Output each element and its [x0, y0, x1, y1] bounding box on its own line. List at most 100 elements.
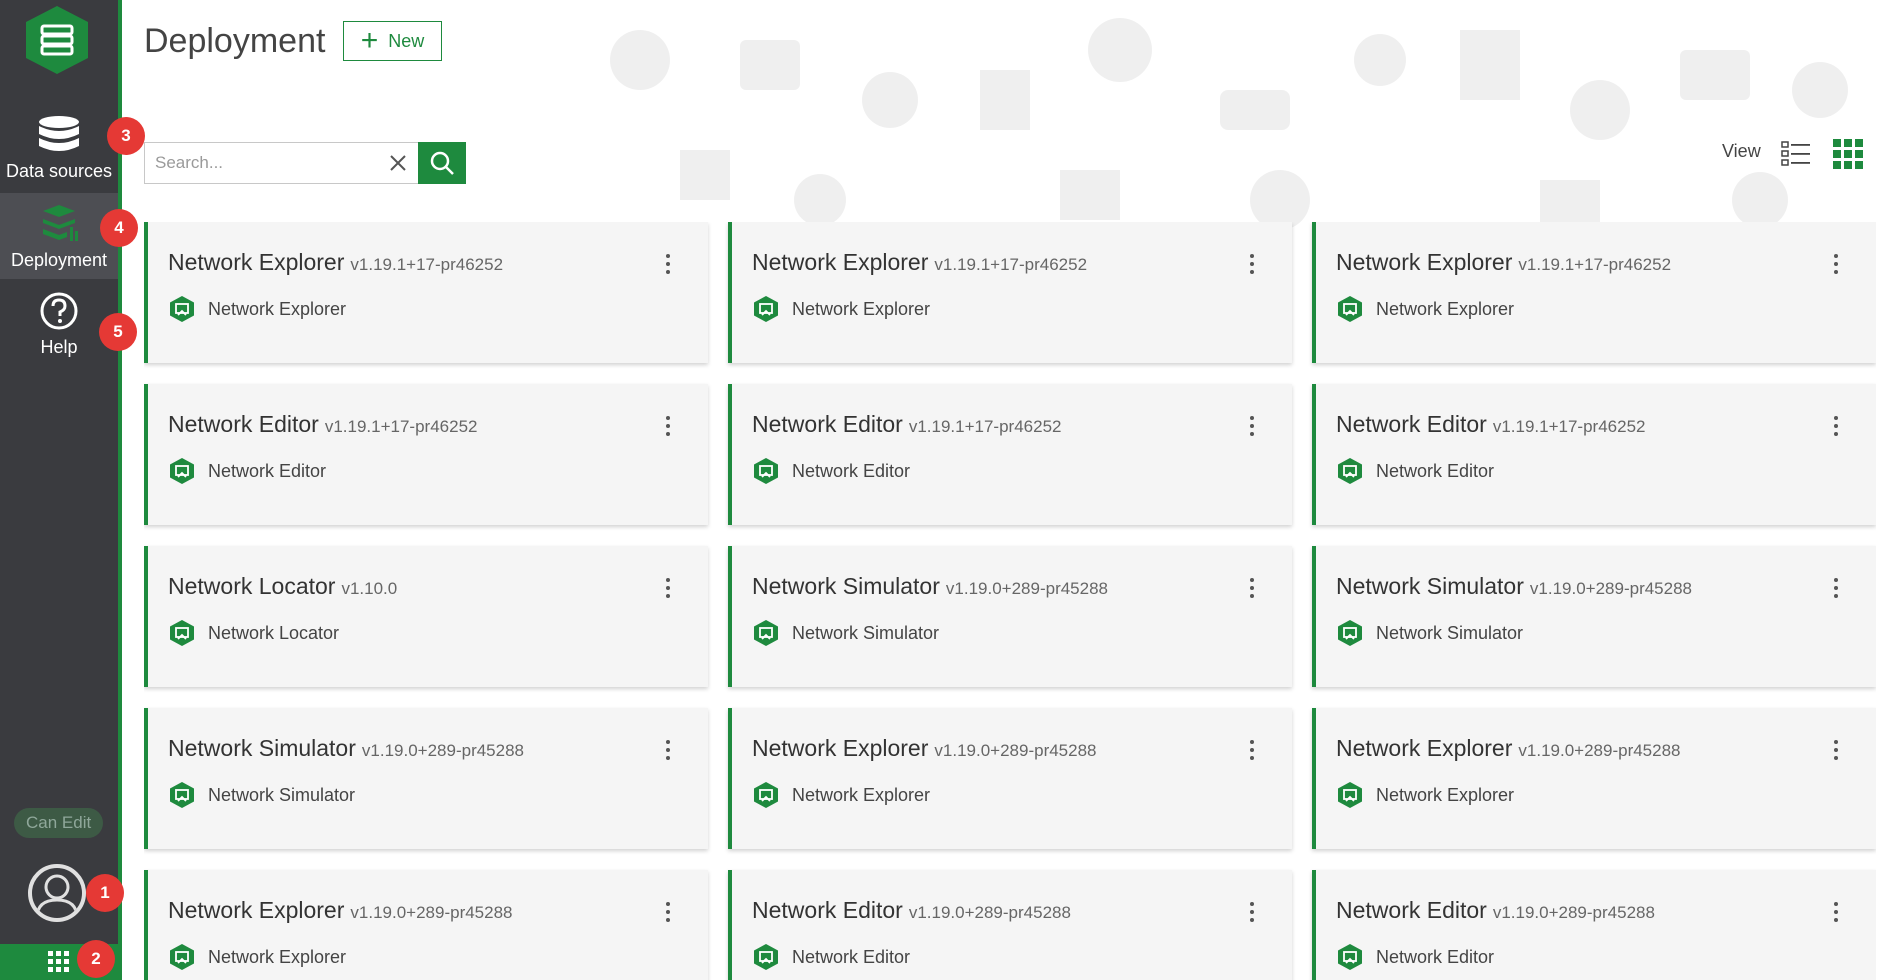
deployment-card[interactable]: Network Explorer v1.19.0+289-pr45288 Netw…: [1312, 708, 1876, 849]
more-options-button[interactable]: [658, 735, 678, 765]
deployment-icon: [37, 202, 81, 246]
sidebar-item-data-sources[interactable]: Data sources: [0, 104, 118, 190]
deployment-card[interactable]: Network Locator v1.10.0 Network Locator: [144, 546, 708, 687]
deployment-card[interactable]: Network Editor v1.19.0+289-pr45288 Networ…: [1312, 870, 1876, 980]
deployment-card[interactable]: Network Simulator v1.19.0+289-pr45288 Net…: [144, 708, 708, 849]
card-name: Network Explorer: [1336, 249, 1513, 275]
more-options-button[interactable]: [1826, 249, 1846, 279]
close-icon: [390, 155, 406, 171]
more-options-button[interactable]: [1826, 897, 1846, 927]
search-input[interactable]: [145, 143, 378, 183]
kebab-dot: [1250, 740, 1254, 744]
card-version: v1.19.0+289-pr45288: [350, 903, 513, 922]
kebab-dot: [666, 594, 670, 598]
card-name: Network Editor: [752, 897, 903, 923]
card-app-name: Network Explorer: [208, 946, 347, 967]
deployment-card[interactable]: Network Explorer v1.19.1+17-pr46252 Netwo…: [728, 222, 1292, 363]
user-avatar[interactable]: [28, 864, 86, 922]
more-options-button[interactable]: [658, 411, 678, 441]
search-icon: [430, 151, 454, 175]
card-app: Network Explorer: [168, 295, 346, 323]
deployment-grid: Network Explorer v1.19.1+17-pr46252 Netwo…: [144, 222, 1876, 980]
deployment-card[interactable]: Network Simulator v1.19.0+289-pr45288 Net…: [1312, 546, 1876, 687]
sidebar: Data sources Deployment Help Can Edit: [0, 0, 122, 980]
kebab-dot: [666, 270, 670, 274]
more-options-button[interactable]: [658, 897, 678, 927]
more-options-button[interactable]: [1242, 573, 1262, 603]
kebab-dot: [1834, 578, 1838, 582]
more-options-button[interactable]: [658, 249, 678, 279]
more-options-button[interactable]: [658, 573, 678, 603]
more-options-button[interactable]: [1242, 735, 1262, 765]
new-button[interactable]: + New: [343, 21, 442, 61]
app-icon: [1338, 944, 1362, 970]
card-app-name: Network Editor: [792, 460, 911, 481]
annotation-badge: 4: [100, 209, 138, 247]
kebab-dot: [1834, 594, 1838, 598]
card-app: Network Editor: [168, 457, 326, 485]
card-app-name: Network Simulator: [792, 622, 940, 643]
kebab-dot: [1250, 918, 1254, 922]
card-title: Network Editor v1.19.1+17-pr46252: [752, 411, 1061, 438]
deployment-card[interactable]: Network Explorer v1.19.0+289-pr45288 Netw…: [728, 708, 1292, 849]
card-version: v1.19.0+289-pr45288: [1518, 741, 1681, 760]
kebab-dot: [1834, 902, 1838, 906]
card-name: Network Editor: [168, 411, 319, 437]
kebab-dot: [1834, 270, 1838, 274]
kebab-dot: [666, 910, 670, 914]
deployment-card[interactable]: Network Explorer v1.19.0+289-pr45288 Netw…: [144, 870, 708, 980]
more-options-button[interactable]: [1826, 411, 1846, 441]
card-app: Network Explorer: [1336, 781, 1514, 809]
card-app-name: Network Explorer: [792, 784, 931, 805]
deployment-card[interactable]: Network Editor v1.19.1+17-pr46252 Network…: [1312, 384, 1876, 525]
plus-icon: +: [360, 24, 379, 57]
app-icon: [170, 620, 194, 646]
kebab-dot: [1834, 748, 1838, 752]
deployment-card[interactable]: Network Explorer v1.19.1+17-pr46252 Netwo…: [1312, 222, 1876, 363]
kebab-dot: [1250, 254, 1254, 258]
sidebar-item-deployment[interactable]: Deployment: [0, 193, 118, 279]
card-title: Network Simulator v1.19.0+289-pr45288: [1336, 573, 1692, 600]
card-version: v1.10.0: [341, 579, 398, 598]
deployment-card[interactable]: Network Editor v1.19.1+17-pr46252 Network…: [728, 384, 1292, 525]
app-icon: [170, 944, 194, 970]
kebab-dot: [1834, 254, 1838, 258]
grid-view-button[interactable]: [1832, 138, 1864, 170]
card-version: v1.19.1+17-pr46252: [324, 417, 478, 436]
card-title: Network Editor v1.19.0+289-pr45288: [752, 897, 1071, 924]
deployment-card[interactable]: Network Simulator v1.19.0+289-pr45288 Net…: [728, 546, 1292, 687]
clear-search-button[interactable]: [378, 143, 418, 183]
card-title: Network Explorer v1.19.0+289-pr45288: [752, 735, 1097, 762]
app-icon: [1338, 782, 1362, 808]
card-name: Network Explorer: [168, 249, 345, 275]
more-options-button[interactable]: [1242, 411, 1262, 441]
app-icon: [754, 296, 778, 322]
kebab-dot: [1250, 416, 1254, 420]
card-app: Network Simulator: [1336, 619, 1523, 647]
kebab-dot: [666, 748, 670, 752]
card-title: Network Explorer v1.19.1+17-pr46252: [168, 249, 503, 276]
card-app: Network Locator: [168, 619, 339, 647]
kebab-dot: [1834, 910, 1838, 914]
annotation-badge: 5: [99, 313, 137, 351]
deployment-card[interactable]: Network Explorer v1.19.1+17-pr46252 Netwo…: [144, 222, 708, 363]
more-options-button[interactable]: [1826, 573, 1846, 603]
more-options-button[interactable]: [1242, 249, 1262, 279]
kebab-dot: [1250, 586, 1254, 590]
annotation-badge: 1: [86, 874, 124, 912]
more-options-button[interactable]: [1826, 735, 1846, 765]
card-title: Network Explorer v1.19.1+17-pr46252: [752, 249, 1087, 276]
card-app: Network Editor: [752, 943, 910, 971]
kebab-dot: [1834, 416, 1838, 420]
card-app-name: Network Locator: [208, 622, 340, 643]
list-view-button[interactable]: [1780, 138, 1812, 170]
search-button[interactable]: [418, 142, 466, 184]
deployment-card[interactable]: Network Editor v1.19.1+17-pr46252 Network…: [144, 384, 708, 525]
deployment-card[interactable]: Network Editor v1.19.0+289-pr45288 Networ…: [728, 870, 1292, 980]
kebab-dot: [1250, 594, 1254, 598]
more-options-button[interactable]: [1242, 897, 1262, 927]
card-version: v1.19.1+17-pr46252: [934, 255, 1088, 274]
app-logo[interactable]: [22, 4, 92, 76]
card-title: Network Editor v1.19.1+17-pr46252: [168, 411, 477, 438]
card-app-name: Network Editor: [792, 946, 911, 967]
